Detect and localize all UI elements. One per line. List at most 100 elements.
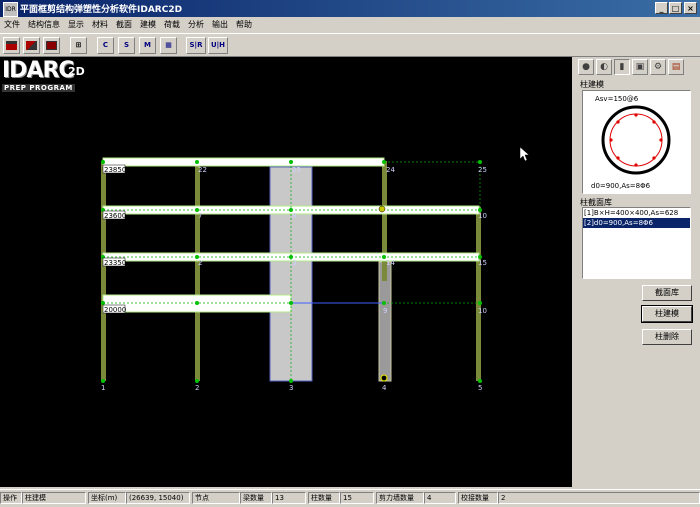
- title-bar: IDR 平面框剪结构弹塑性分析软件IDARC2D _ □ ×: [0, 0, 700, 17]
- menu-analysis[interactable]: 分析: [184, 17, 208, 31]
- status-coord-value: (26639, 15040): [126, 492, 190, 504]
- status-col-value: 15: [340, 492, 374, 504]
- tab-column[interactable]: ▮: [614, 59, 630, 75]
- menu-material[interactable]: 材料: [88, 17, 112, 31]
- model-canvas[interactable]: IDARC 2D PREP PROGRAM 23850 23600 23350 …: [0, 57, 572, 487]
- node-label: 25: [478, 166, 487, 174]
- frame-icon: ⊞: [75, 41, 82, 49]
- beam-icon: ◐: [600, 62, 608, 72]
- node-label: 9: [383, 307, 387, 315]
- node-label: 5: [478, 384, 482, 392]
- m-icon: M: [144, 41, 151, 49]
- edit-button[interactable]: [23, 37, 40, 54]
- column-model-title: 柱建模: [580, 80, 604, 89]
- save-icon: [6, 41, 17, 50]
- print-button[interactable]: [43, 37, 60, 54]
- status-node-label: 节点: [192, 492, 240, 504]
- brick-icon: ▤: [671, 62, 681, 72]
- tab-sphere[interactable]: ●: [578, 59, 594, 75]
- status-link-value: 2: [498, 492, 700, 504]
- m-button[interactable]: M: [139, 37, 156, 54]
- level-label: 23600: [104, 212, 126, 220]
- node-label: 22: [198, 166, 207, 174]
- app-icon[interactable]: IDR: [3, 2, 18, 17]
- node-label: 4: [382, 384, 387, 392]
- s-button[interactable]: S: [118, 37, 135, 54]
- node-label: 23: [292, 166, 301, 174]
- frame-button[interactable]: ⊞: [70, 37, 87, 54]
- section-library-button[interactable]: 截面库: [642, 285, 692, 301]
- menu-help[interactable]: 帮助: [232, 17, 256, 31]
- column-model-button[interactable]: 柱建模: [641, 305, 693, 323]
- sr-button[interactable]: S|R: [186, 37, 206, 54]
- status-bar: 操作 柱建模 坐标(m) (26639, 15040) 节点 梁数量 13 柱数…: [0, 489, 700, 507]
- status-beam-value: 13: [272, 492, 306, 504]
- status-op-label: 操作: [0, 492, 22, 504]
- section-spec-text: d0=900,As=8Φ6: [591, 182, 651, 190]
- section-library-list[interactable]: [1]B×H=400×400,As=628 [2]d0=900,As=8Φ6: [582, 207, 691, 279]
- tab-wall[interactable]: ▣: [632, 59, 648, 75]
- section-preview: Asv=150@6 d0=900,As=8Φ6: [582, 90, 691, 194]
- sr-icon: S|R: [189, 41, 203, 49]
- uh-button[interactable]: U|H: [208, 37, 228, 54]
- level-label: 20000: [104, 306, 126, 314]
- close-button[interactable]: ×: [684, 2, 697, 14]
- cursor-icon: [519, 146, 530, 162]
- tab-brick[interactable]: ▤: [668, 59, 684, 75]
- grid-button[interactable]: ▦: [160, 37, 177, 54]
- frame-drawing[interactable]: 23850 23600 23350 20000 22 23 24 25 7 8 …: [0, 57, 572, 487]
- node-label: 3: [289, 384, 293, 392]
- menu-output[interactable]: 输出: [208, 17, 232, 31]
- beam[interactable]: [102, 157, 385, 167]
- node-label: 2: [198, 259, 202, 267]
- sphere-icon: ●: [582, 62, 590, 72]
- save-button[interactable]: [3, 37, 20, 54]
- menu-file[interactable]: 文件: [0, 17, 24, 31]
- column-delete-button[interactable]: 柱删除: [642, 329, 692, 345]
- menu-structure-info[interactable]: 结构信息: [24, 17, 64, 31]
- column[interactable]: [195, 161, 200, 381]
- tab-link[interactable]: ⚙: [650, 59, 666, 75]
- node-label: 1: [101, 384, 105, 392]
- menu-load[interactable]: 荷载: [160, 17, 184, 31]
- menu-section[interactable]: 截面: [112, 17, 136, 31]
- minimize-button[interactable]: _: [655, 2, 668, 14]
- node-label: 7: [198, 212, 202, 220]
- status-col-label: 柱数量: [308, 492, 340, 504]
- node-label: 10: [478, 212, 487, 220]
- status-op-value: 柱建模: [22, 492, 86, 504]
- node-label: 2: [195, 384, 199, 392]
- selected-node[interactable]: [378, 205, 386, 213]
- window-title: 平面框剪结构弹塑性分析软件IDARC2D: [20, 5, 183, 15]
- node-label: 10: [478, 307, 487, 315]
- node-label: 3: [292, 259, 296, 267]
- list-item[interactable]: [1]B×H=400×400,As=628: [583, 208, 690, 218]
- column[interactable]: [476, 207, 481, 381]
- circular-section-drawing: [601, 105, 671, 175]
- level-labels: 23850 23600 23350 20000: [102, 164, 126, 314]
- menu-display[interactable]: 显示: [64, 17, 88, 31]
- status-wall-value: 4: [424, 492, 456, 504]
- node-label: 15: [478, 259, 487, 267]
- tab-beam[interactable]: ◐: [596, 59, 612, 75]
- status-wall-label: 剪力墙数量: [376, 492, 424, 504]
- node-label: 24: [386, 166, 395, 174]
- column-icon: ▮: [619, 62, 625, 72]
- s-icon: S: [123, 41, 130, 49]
- link-icon: ⚙: [653, 62, 663, 72]
- c-button[interactable]: C: [97, 37, 114, 54]
- menu-bar: 文件 结构信息 显示 材料 截面 建模 荷载 分析 输出 帮助: [0, 17, 700, 33]
- menu-modeling[interactable]: 建模: [136, 17, 160, 31]
- base-node-selected[interactable]: [380, 374, 388, 382]
- node-label: 14: [386, 259, 395, 267]
- grid-icon: ▦: [165, 41, 172, 49]
- c-icon: C: [102, 41, 109, 49]
- right-panel: ● ◐ ▮ ▣ ⚙ ▤ 柱建模 Asv=150@6 d0=900,As=8Φ6 …: [572, 57, 700, 487]
- column[interactable]: [101, 161, 106, 381]
- status-beam-label: 梁数量: [240, 492, 272, 504]
- status-coord-label: 坐标(m): [88, 492, 126, 504]
- wall-icon: ▣: [635, 62, 645, 72]
- list-item-selected[interactable]: [2]d0=900,As=8Φ6: [583, 218, 690, 228]
- maximize-button[interactable]: □: [669, 2, 682, 14]
- node-label: 8: [292, 212, 296, 220]
